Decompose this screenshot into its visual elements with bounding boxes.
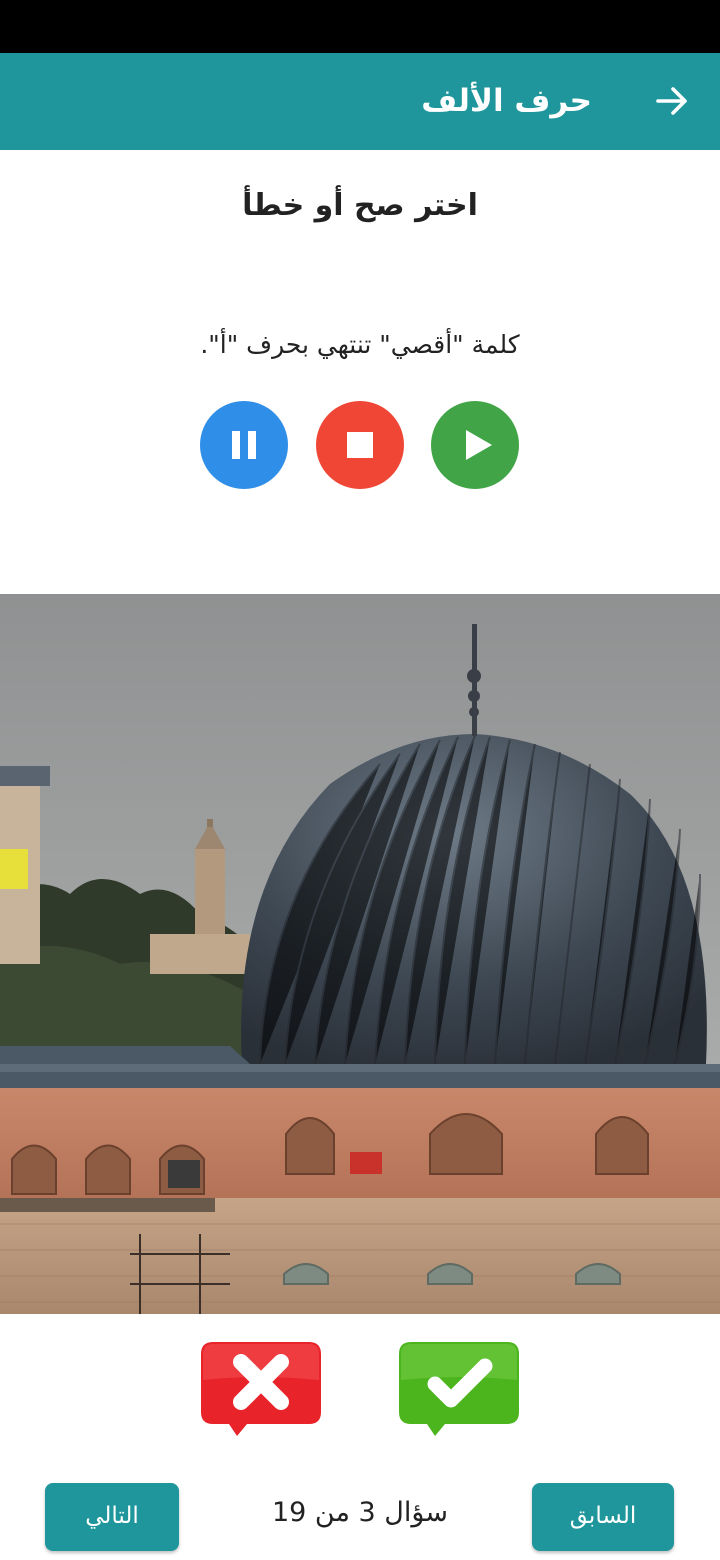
page-title: حرف الألف (421, 83, 592, 119)
mosque-photo (0, 594, 720, 1314)
stop-button[interactable] (316, 401, 404, 489)
question-text: كلمة "أقصي" تنتهي بحرف "أ". (200, 330, 520, 359)
pause-button[interactable] (200, 401, 288, 489)
play-button[interactable] (431, 401, 519, 489)
previous-button[interactable]: السابق (532, 1483, 674, 1551)
arrow-right-icon (656, 87, 687, 115)
stop-icon (347, 432, 373, 458)
pause-icon (232, 431, 256, 459)
true-answer-button[interactable] (397, 1340, 521, 1440)
quiz-instruction: اختر صح أو خطأ (242, 188, 478, 223)
check-mark-icon (399, 1342, 519, 1436)
back-button[interactable] (652, 81, 692, 121)
false-answer-button[interactable] (199, 1340, 323, 1440)
question-counter: سؤال 3 من 19 (271, 1497, 448, 1528)
cross-mark-icon (201, 1342, 321, 1436)
status-bar (0, 0, 720, 53)
app-bar: حرف الألف (0, 53, 720, 150)
next-button[interactable]: التالي (45, 1483, 179, 1551)
play-icon (466, 430, 492, 460)
